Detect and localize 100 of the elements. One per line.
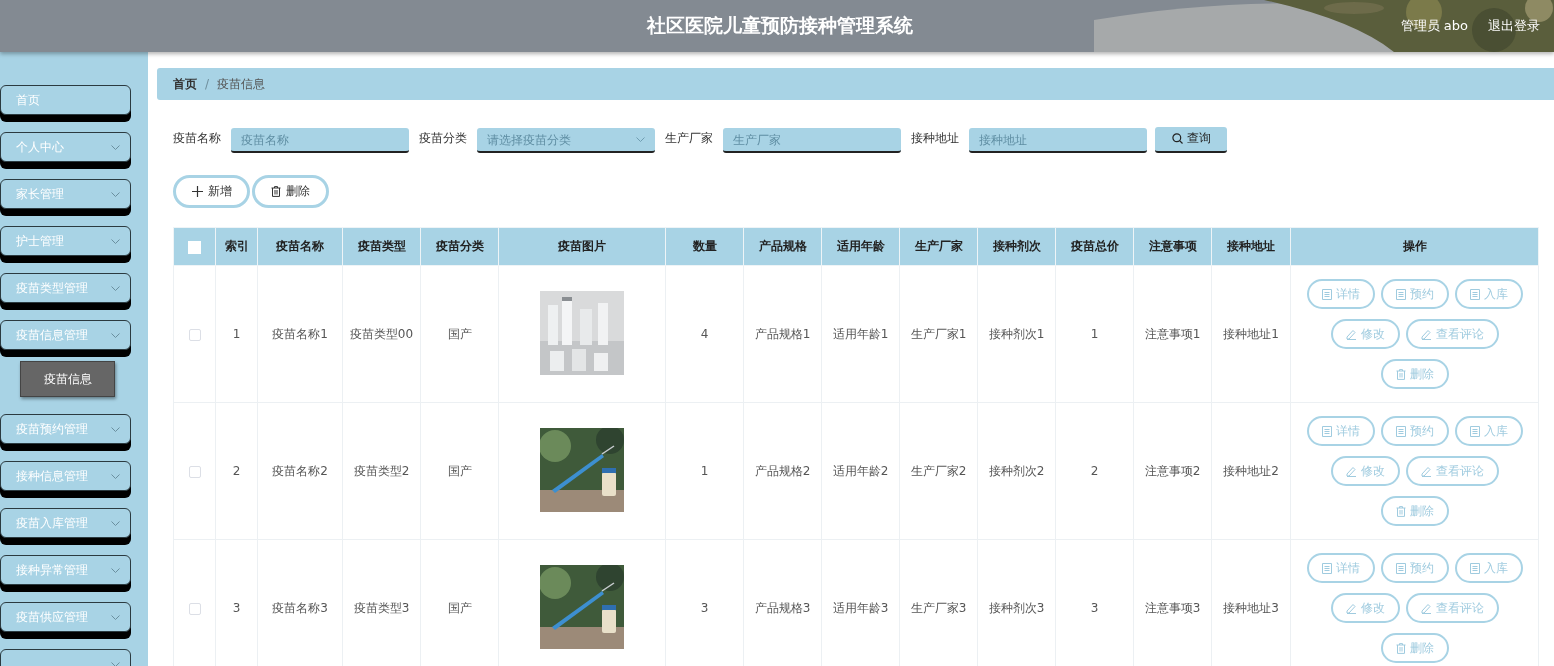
table-cell: 1 (215, 265, 258, 403)
chevron-down-icon (636, 137, 645, 142)
action-button[interactable]: 入库 (1454, 553, 1523, 583)
action-button[interactable]: 详情 (1306, 416, 1375, 446)
chevron-down-icon (111, 238, 120, 244)
action-button[interactable]: 入库 (1454, 416, 1523, 446)
action-button[interactable]: 预约 (1380, 553, 1449, 583)
document-icon (1395, 562, 1406, 574)
pencil-icon (1345, 465, 1357, 477)
input-field[interactable]: 疫苗名称 (231, 128, 409, 153)
input-field[interactable]: 接种地址 (969, 128, 1147, 153)
logout-link[interactable]: 退出登录 (1488, 17, 1540, 35)
trash-icon (271, 186, 281, 197)
pencil-icon (1420, 328, 1432, 340)
trash-icon (1395, 642, 1406, 654)
trash-icon (1395, 368, 1406, 380)
select-all-checkbox[interactable] (188, 240, 201, 254)
action-button[interactable]: 修改 (1330, 319, 1400, 349)
column-header: 疫苗总价 (1055, 227, 1134, 266)
column-header: 疫苗分类 (420, 227, 499, 266)
toolbar-button[interactable]: 删除 (252, 175, 329, 208)
column-header: 生产厂家 (899, 227, 978, 266)
submenu-item[interactable]: 疫苗信息 (20, 361, 115, 397)
chevron-down-icon (111, 567, 120, 573)
column-header: 注意事项 (1133, 227, 1212, 266)
action-button[interactable]: 删除 (1380, 359, 1449, 389)
chevron-down-icon (111, 661, 120, 666)
action-button[interactable]: 预约 (1380, 279, 1449, 309)
table-cell: 生产厂家1 (899, 265, 978, 403)
column-header: 产品规格 (743, 227, 822, 266)
pencil-icon (1420, 465, 1432, 477)
table-cell: 2 (1055, 402, 1134, 540)
column-header: 数量 (665, 227, 744, 266)
action-button[interactable]: 查看评论 (1405, 456, 1499, 486)
pencil-icon (1345, 328, 1357, 340)
action-button[interactable]: 修改 (1330, 593, 1400, 623)
table-cell: 适用年龄2 (821, 402, 900, 540)
column-header: 疫苗类型 (342, 227, 421, 266)
chevron-down-icon (111, 332, 120, 338)
row-checkbox[interactable] (188, 328, 201, 341)
plus-icon (191, 186, 203, 197)
table-cell: 注意事项1 (1133, 265, 1212, 403)
action-button[interactable]: 预约 (1380, 416, 1449, 446)
pencil-icon (1420, 602, 1432, 614)
chevron-down-icon (111, 144, 120, 150)
row-checkbox[interactable] (188, 465, 201, 478)
document-icon (1321, 425, 1332, 437)
select-field[interactable]: 请选择疫苗分类 (477, 128, 655, 153)
document-icon (1469, 562, 1480, 574)
column-header: 接种剂次 (977, 227, 1056, 266)
chevron-down-icon (111, 473, 120, 479)
chevron-down-icon (111, 285, 120, 291)
action-button[interactable]: 详情 (1306, 279, 1375, 309)
action-button[interactable]: 查看评论 (1405, 319, 1499, 349)
document-icon (1321, 288, 1332, 300)
chevron-down-icon (111, 520, 120, 526)
table-cell: 接种地址2 (1211, 402, 1291, 540)
table-cell: 生产厂家2 (899, 402, 978, 540)
row-checkbox[interactable] (188, 602, 201, 615)
action-button[interactable]: 详情 (1306, 553, 1375, 583)
table-cell: 疫苗名称1 (257, 265, 343, 403)
app-title: 社区医院儿童预防接种管理系统 (645, 13, 915, 38)
pencil-icon (1345, 602, 1357, 614)
action-button[interactable]: 删除 (1380, 633, 1449, 663)
action-button[interactable]: 删除 (1380, 496, 1449, 526)
chevron-down-icon (111, 614, 120, 620)
document-icon (1395, 288, 1406, 300)
table-cell: 接种剂次2 (977, 402, 1056, 540)
input-field[interactable]: 生产厂家 (723, 128, 901, 153)
breadcrumb-link[interactable]: 首页 (173, 75, 197, 93)
document-icon (1321, 562, 1332, 574)
search-button[interactable]: 查询 (1155, 126, 1227, 153)
table-cell: 注意事项2 (1133, 402, 1212, 540)
breadcrumb-separator: / (205, 77, 210, 91)
breadcrumb-current: 疫苗信息 (217, 75, 266, 93)
table-cell: 4 (665, 265, 744, 403)
column-header: 适用年龄 (821, 227, 900, 266)
document-icon (1469, 288, 1480, 300)
column-header: 疫苗图片 (498, 227, 666, 266)
table-cell: 产品规格2 (743, 402, 822, 540)
field-label: 生产厂家 (665, 130, 713, 147)
table-cell: 疫苗类型00 (342, 265, 421, 403)
action-button[interactable]: 修改 (1330, 456, 1400, 486)
chevron-down-icon (111, 426, 120, 432)
table-cell: 产品规格1 (743, 265, 822, 403)
document-icon (1469, 425, 1480, 437)
document-icon (1395, 425, 1406, 437)
table-cell: 国产 (420, 265, 499, 403)
field-label: 接种地址 (911, 130, 959, 147)
user-name: 管理员 abo (1400, 17, 1468, 35)
action-button[interactable]: 查看评论 (1405, 593, 1499, 623)
toolbar-button[interactable]: 新增 (173, 175, 250, 208)
column-header: 索引 (215, 227, 258, 266)
trash-icon (1395, 505, 1406, 517)
table-cell: 2 (215, 402, 258, 540)
table-cell: 接种剂次1 (977, 265, 1056, 403)
search-icon (1171, 133, 1183, 144)
table-cell: 疫苗名称2 (257, 402, 343, 540)
table-cell: 接种地址1 (1211, 265, 1291, 403)
action-button[interactable]: 入库 (1454, 279, 1523, 309)
